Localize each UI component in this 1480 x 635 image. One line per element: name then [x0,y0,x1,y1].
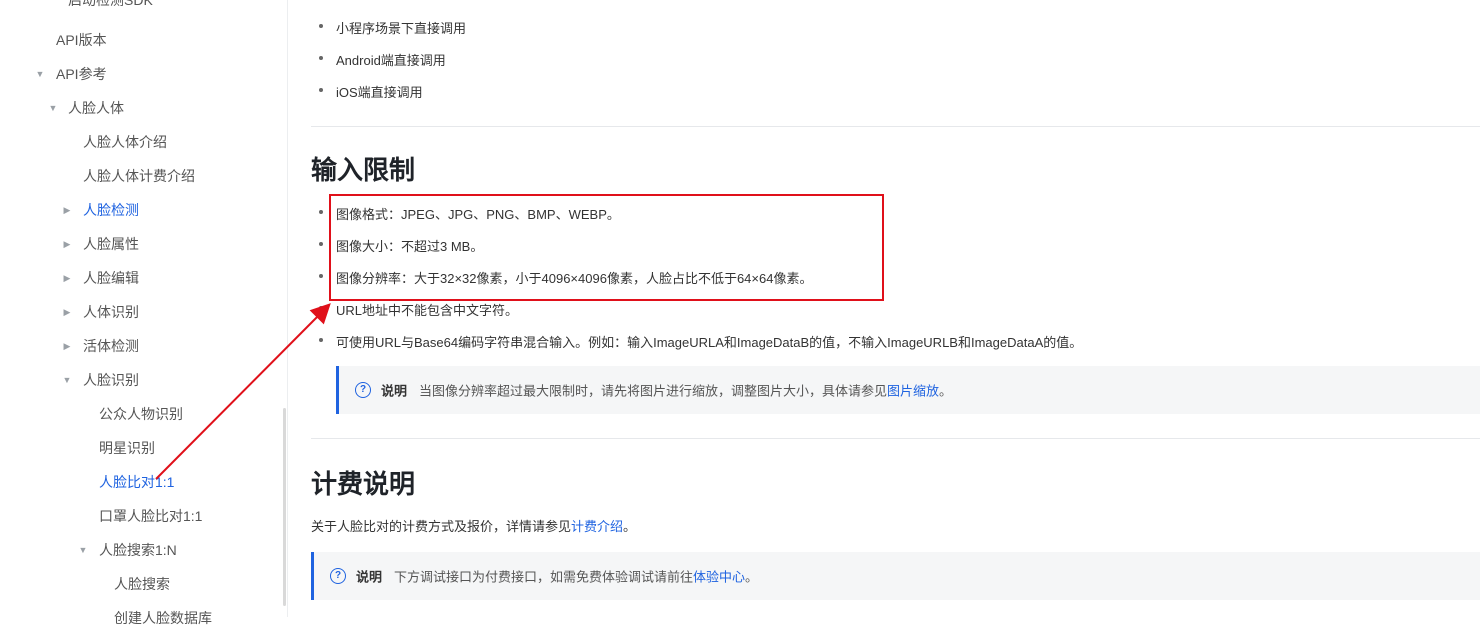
section-divider [311,438,1480,439]
caret-right-icon[interactable]: ▶ [61,193,73,227]
note-box-billing: ? 说明 下方调试接口为付费接口，如需免费体验调试请前往体验中心。 [311,552,1480,600]
note-suffix: 。 [745,569,759,585]
limit-url-chinese: URL地址中不能包含中文字符。 [336,303,519,318]
sidebar-item-label: 人脸搜索1:N [99,542,177,558]
sidebar-item-label: 人脸搜索 [114,576,170,592]
question-circle-icon: ? [355,382,371,398]
bullet-icon [319,56,323,60]
sidebar-item-label: 公众人物识别 [99,406,183,422]
section-divider [311,126,1480,127]
note-body: 当图像分辨率超过最大限制时，请先将图片进行缩放，调整图片大小，具体请参见 [419,383,888,399]
bullet-icon [319,242,323,246]
note-body: 下方调试接口为付费接口，如需免费体验调试请前往 [394,569,694,585]
caret-down-icon[interactable]: ▼ [77,533,89,567]
sidebar-item-label: 人脸人体 [68,100,124,116]
link-ios-call[interactable]: iOS端直接调用 [336,82,423,101]
link-image-resize[interactable]: 图片缩放 [887,384,939,399]
bullet-icon [319,88,323,92]
note-text: 说明 下方调试接口为付费接口，如需免费体验调试请前往体验中心。 [356,567,758,586]
bullet-icon [319,306,323,310]
note-label: 说明 [381,383,408,399]
question-circle-icon: ? [330,568,346,584]
section-title-input-limits: 输入限制 [311,155,416,185]
bullet-icon [319,338,323,342]
sidebar-scrollbar[interactable] [283,408,286,606]
link-android-call[interactable]: Android端直接调用 [336,50,446,69]
caret-down-icon[interactable]: ▼ [34,57,46,91]
sidebar-item-label: 人体识别 [83,304,139,320]
note-suffix: 。 [939,383,953,399]
bullet-icon [319,274,323,278]
section-title-billing: 计费说明 [311,469,416,499]
note-box-resolution: ? 说明 当图像分辨率超过最大限制时，请先将图片进行缩放，调整图片大小，具体请参见… [336,366,1480,414]
limit-mixed-input: 可使用URL与Base64编码字符串混合输入。例如：输入ImageURLA和Im… [336,335,1083,350]
caret-down-icon[interactable]: ▼ [61,363,73,397]
sidebar-item-label: API版本 [56,32,107,48]
caret-right-icon[interactable]: ▶ [61,261,73,295]
sidebar-item-label: API参考 [56,66,107,82]
bullet-icon [319,24,323,28]
note-label: 说明 [356,569,383,585]
doc-content: 小程序场景下直接调用 Android端直接调用 iOS端直接调用 输入限制 图像… [311,0,1480,617]
sidebar-item-label: 人脸编辑 [83,270,139,286]
caret-right-icon[interactable]: ▶ [61,295,73,329]
link-billing-intro[interactable]: 计费介绍 [571,519,623,534]
sidebar-item-label: 活体检测 [83,338,139,354]
sidebar-item-label: 人脸属性 [83,236,139,252]
annotation-highlight-box [329,194,884,301]
caret-down-icon[interactable]: ▼ [47,91,59,125]
billing-paragraph: 关于人脸比对的计费方式及报价，详情请参见计费介绍。 [311,516,636,535]
sidebar-item-label: 创建人脸数据库 [114,610,212,626]
sidebar-item-label: 人脸检测 [83,202,139,218]
caret-right-icon[interactable]: ▶ [61,227,73,261]
sidebar-item-label: 启动检测SDK [68,0,153,8]
sidebar-item-label: 人脸人体计费介绍 [83,168,195,184]
sidebar-item-label: 人脸比对1:1 [99,474,175,490]
billing-text: 关于人脸比对的计费方式及报价，详情请参见 [311,519,572,534]
sidebar-item-label: 人脸人体介绍 [83,134,167,150]
link-experience-center[interactable]: 体验中心 [693,570,745,585]
caret-right-icon[interactable]: ▶ [61,329,73,363]
billing-suffix: 。 [623,519,637,534]
note-text: 说明 当图像分辨率超过最大限制时，请先将图片进行缩放，调整图片大小，具体请参见图片… [381,381,952,400]
sidebar-item-label: 明星识别 [99,440,155,456]
sidebar-item-label: 人脸识别 [83,372,139,388]
sidebar-item-label: 口罩人脸比对1:1 [99,508,203,524]
link-miniprogram-call[interactable]: 小程序场景下直接调用 [336,18,466,37]
bullet-icon [319,210,323,214]
sidebar-nav: 启动检测SDK API版本 ▼ API参考 ▼ 人脸人体 人脸人体介绍 人脸人体计费… [0,0,288,626]
